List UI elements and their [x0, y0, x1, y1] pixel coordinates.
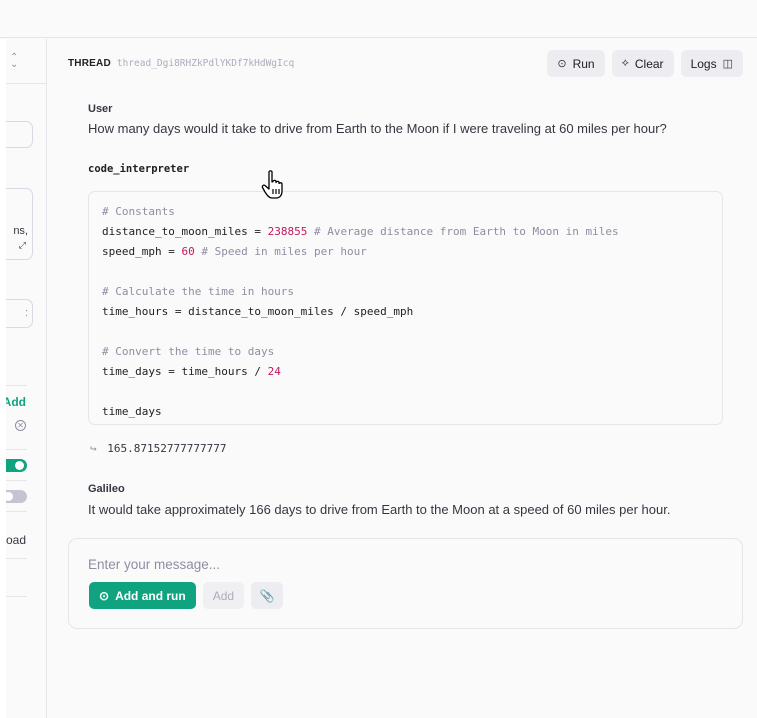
- assistant-selector[interactable]: ⌃ ⌄: [6, 39, 46, 84]
- thread-label: THREAD: [68, 58, 111, 69]
- code-line: # Constants: [102, 202, 709, 222]
- hand-pointer-cursor: [261, 170, 283, 199]
- toggle-knob: [6, 492, 13, 501]
- instructions-text: ns,: [13, 225, 28, 237]
- remove-icon[interactable]: ✕: [15, 420, 26, 431]
- attach-button[interactable]: 📎: [251, 582, 284, 609]
- run-label: Run: [572, 56, 595, 71]
- sidebar-instructions-input[interactable]: ns, ⤢: [6, 188, 33, 260]
- toggle-knob: [15, 461, 24, 470]
- code-text: time_days: [102, 405, 162, 418]
- model-select-text: :: [24, 307, 28, 319]
- logs-button[interactable]: Logs ◫: [680, 50, 743, 77]
- thread-id: thread_Dgi8RHZkPdlYKDf7kHdWgIcq: [116, 58, 295, 69]
- code-number: 238855: [267, 225, 308, 238]
- add-function-button[interactable]: Add: [6, 395, 26, 409]
- clear-label: Clear: [634, 56, 664, 71]
- play-circle-icon: ⊙: [557, 58, 567, 70]
- code-comment: # Constants: [102, 205, 175, 218]
- code-number: 24: [267, 365, 281, 378]
- code-block: # Constants distance_to_moon_miles = 2388…: [88, 191, 723, 425]
- sidebar-name-input[interactable]: [6, 121, 33, 148]
- divider: [6, 558, 27, 559]
- code-line: time_hours = distance_to_moon_miles / sp…: [102, 302, 709, 322]
- code-comment: # Convert the time to days: [102, 345, 275, 358]
- sidebar-model-select[interactable]: :: [6, 299, 33, 328]
- code-number: 60: [181, 245, 195, 258]
- code-line: # Calculate the time in hours: [102, 282, 709, 302]
- toggle-switch-off[interactable]: [6, 490, 27, 503]
- code-comment: # Calculate the time in hours: [102, 285, 295, 298]
- message-composer: ⊙ Add and run Add 📎: [68, 538, 743, 629]
- user-role-label: User: [88, 103, 113, 115]
- paperclip-icon: 📎: [259, 588, 275, 603]
- message-input[interactable]: [88, 554, 688, 574]
- code-output: ↪ 165.87152777777777: [90, 442, 226, 455]
- user-message: How many days would it take to drive fro…: [88, 121, 667, 136]
- code-line: time_days: [102, 402, 709, 422]
- toggle-switch-on[interactable]: [6, 459, 27, 472]
- panel-icon: ◫: [722, 58, 733, 70]
- code-line: distance_to_moon_miles = 238855 # Averag…: [102, 222, 709, 242]
- header-actions: ⊙ Run ⟡ Clear Logs ◫: [547, 50, 743, 77]
- code-text: distance_to_moon_miles =: [102, 225, 268, 238]
- expand-icon[interactable]: ⤢: [19, 240, 26, 251]
- code-line: speed_mph = 60 # Speed in miles per hour: [102, 242, 709, 262]
- divider: [6, 449, 27, 450]
- assistant-message: It would take approximately 166 days to …: [88, 502, 671, 517]
- sidebar: ⌃⌄ ns, ⤢ : Add ✕ load: [6, 39, 47, 718]
- logs-label: Logs: [690, 56, 717, 71]
- add-button[interactable]: Add: [202, 582, 245, 609]
- code-line: # Convert the time to days: [102, 342, 709, 362]
- divider: [6, 480, 27, 481]
- thread-header: THREAD thread_Dgi8RHZkPdlYKDf7kHdWgIcq: [68, 58, 294, 69]
- add-and-run-label: Add and run: [115, 588, 186, 603]
- divider: [6, 511, 27, 512]
- tool-name: code_interpreter: [88, 163, 190, 175]
- code-text: time_days = time_hours /: [102, 365, 268, 378]
- code-text: time_hours = distance_to_moon_miles / sp…: [102, 305, 414, 318]
- code-text: speed_mph =: [102, 245, 182, 258]
- composer-actions: ⊙ Add and run Add 📎: [89, 582, 284, 609]
- add-and-run-button[interactable]: ⊙ Add and run: [89, 582, 196, 609]
- divider: [6, 385, 27, 386]
- broom-icon: ⟡: [621, 57, 629, 69]
- assistant-role-label: Galileo: [88, 483, 125, 495]
- divider: [6, 596, 27, 597]
- code-line: time_days = time_hours / 24: [102, 362, 709, 382]
- output-value: 165.87152777777777: [107, 442, 227, 455]
- code-comment: # Average distance from Earth to Moon in…: [307, 225, 619, 238]
- thread-panel: THREAD thread_Dgi8RHZkPdlYKDf7kHdWgIcq ⊙…: [48, 39, 757, 718]
- return-arrow-icon: ↪: [90, 442, 97, 455]
- top-bar: [0, 0, 757, 38]
- code-comment: # Speed in miles per hour: [194, 245, 367, 258]
- play-circle-icon: ⊙: [99, 588, 110, 603]
- upload-button[interactable]: load: [6, 533, 26, 547]
- clear-button[interactable]: ⟡ Clear: [611, 50, 674, 77]
- chevron-up-down-icon: ⌃ ⌄: [10, 52, 19, 70]
- run-button[interactable]: ⊙ Run: [547, 50, 605, 77]
